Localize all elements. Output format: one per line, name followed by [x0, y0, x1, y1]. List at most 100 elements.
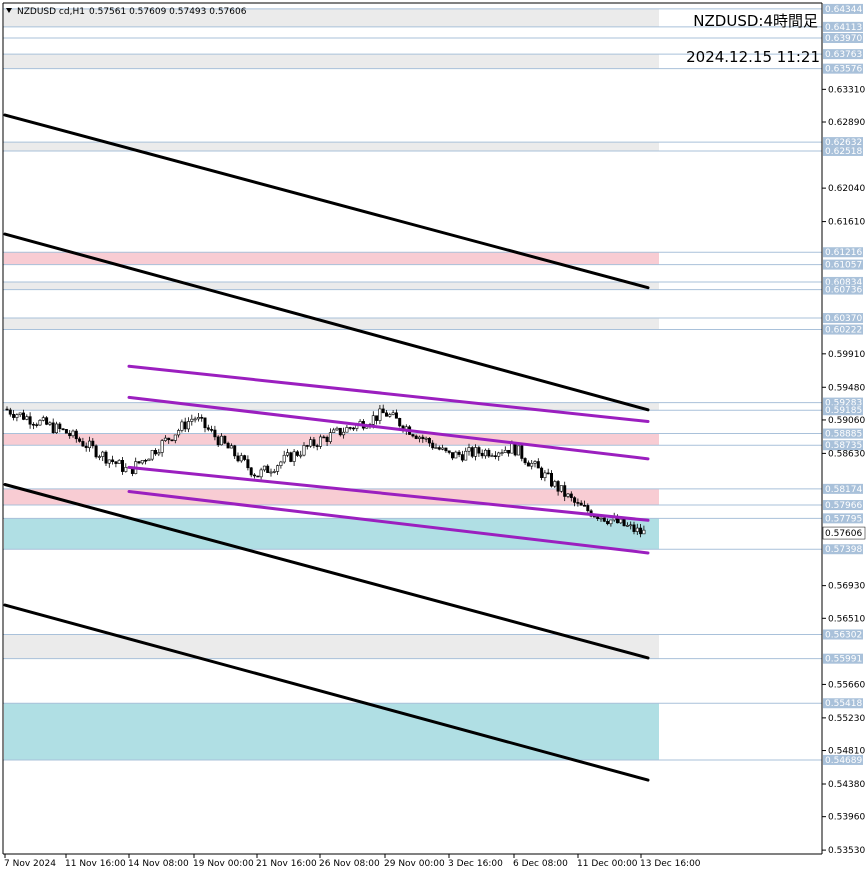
candle-body-126 — [421, 436, 425, 440]
candle-body-180 — [599, 517, 603, 520]
candle-body-77 — [259, 469, 263, 478]
candle-body-31 — [107, 459, 111, 464]
candle-body-58 — [196, 417, 200, 420]
level-label-22: 0.55991 — [825, 655, 862, 665]
candle-body-139 — [464, 450, 468, 461]
candle-body-19 — [68, 432, 72, 437]
candle-body-48 — [163, 437, 167, 441]
candle-body-76 — [256, 475, 260, 478]
candle-body-114 — [381, 408, 385, 414]
candle-body-155 — [516, 445, 520, 456]
candle-body-73 — [246, 459, 250, 469]
level-label-8: 0.61057 — [825, 261, 862, 271]
candle-body-43 — [147, 458, 151, 462]
candle-body-87 — [292, 451, 296, 462]
candle-body-35 — [121, 460, 125, 472]
level-label-23: 0.55418 — [825, 699, 862, 709]
candle-body-181 — [602, 517, 606, 522]
candle-body-69 — [233, 445, 237, 457]
y-tick-label-0: 0.63310 — [828, 85, 865, 95]
candle-body-156 — [520, 445, 524, 459]
candle-body-189 — [629, 524, 633, 527]
candle-body-47 — [160, 440, 164, 453]
candle-body-62 — [210, 429, 214, 431]
candle-body-90 — [302, 445, 306, 456]
candle-body-61 — [206, 427, 210, 430]
x-tick-label-7: 3 Dec 16:00 — [448, 859, 503, 869]
candle-body-192 — [639, 527, 643, 535]
candle-body-51 — [173, 434, 177, 441]
candle-body-9 — [35, 424, 39, 426]
candle-body-143 — [477, 447, 481, 454]
candle-body-83 — [279, 461, 283, 466]
level-label-14: 0.59185 — [825, 406, 862, 416]
candle-body-60 — [203, 417, 207, 429]
candle-body-167 — [556, 481, 560, 492]
candle-body-74 — [249, 467, 253, 476]
candle-body-11 — [41, 417, 45, 421]
x-tick-label-5: 26 Nov 08:00 — [319, 859, 380, 869]
candle-body-29 — [101, 451, 105, 457]
candle-body-117 — [391, 412, 395, 415]
level-label-3: 0.63763 — [825, 50, 862, 60]
level-label-12: 0.60222 — [825, 326, 862, 336]
candle-body-170 — [566, 493, 570, 497]
candle-body-129 — [431, 442, 435, 449]
y-tick-label-14: 0.53960 — [828, 813, 865, 823]
candle-body-145 — [483, 449, 487, 457]
candle-body-161 — [536, 461, 540, 469]
candle-body-63 — [213, 429, 217, 438]
candle-body-44 — [150, 450, 154, 460]
candle-body-66 — [223, 435, 227, 444]
candle-body-18 — [64, 429, 68, 434]
candle-body-112 — [375, 415, 379, 421]
candle-body-70 — [236, 455, 240, 462]
candle-body-84 — [282, 454, 286, 463]
candle-body-96 — [322, 436, 326, 439]
candle-body-176 — [586, 505, 590, 512]
candle-body-188 — [625, 525, 629, 527]
candle-body-91 — [305, 445, 309, 447]
zone-3 — [4, 142, 659, 151]
level-label-20: 0.57398 — [825, 545, 862, 555]
zone-10 — [4, 518, 659, 550]
candle-body-175 — [582, 505, 586, 507]
candle-body-163 — [543, 472, 547, 479]
level-label-24: 0.54689 — [825, 756, 862, 766]
zone-12 — [4, 703, 659, 760]
y-tick-label-2: 0.62040 — [828, 184, 865, 194]
candle-body-21 — [74, 430, 78, 440]
candle-body-146 — [487, 449, 491, 457]
y-tick-label-15: 0.53530 — [828, 846, 865, 856]
x-tick-label-1: 11 Nov 16:00 — [65, 859, 126, 869]
candle-body-144 — [480, 452, 484, 457]
candle-body-135 — [450, 452, 454, 459]
candle-body-79 — [266, 465, 270, 473]
candle-body-182 — [606, 521, 610, 525]
candle-body-132 — [441, 447, 445, 450]
candle-body-102 — [342, 431, 346, 436]
candle-body-72 — [243, 455, 247, 460]
candle-body-97 — [325, 436, 329, 442]
candle-body-111 — [371, 415, 375, 425]
candle-body-71 — [239, 455, 243, 462]
candle-body-101 — [338, 427, 342, 436]
candle-body-103 — [345, 427, 349, 433]
level-label-10: 0.60736 — [825, 286, 862, 296]
candle-body-36 — [124, 467, 128, 472]
candle-body-95 — [318, 436, 322, 447]
nzdusd-chart[interactable]: 0.643440.641130.639700.637630.635760.626… — [0, 0, 866, 874]
candle-body-98 — [328, 432, 332, 442]
candle-body-152 — [507, 449, 511, 454]
candle-body-0 — [5, 408, 9, 411]
candle-body-92 — [309, 439, 313, 447]
candle-body-133 — [444, 447, 448, 452]
y-tick-label-8: 0.56930 — [828, 582, 865, 592]
candle-body-131 — [437, 447, 441, 450]
candle-body-138 — [460, 454, 464, 461]
candle-body-57 — [193, 418, 197, 421]
candle-body-162 — [540, 467, 544, 479]
x-tick-label-0: 7 Nov 2024 — [4, 859, 56, 869]
y-tick-label-5: 0.59480 — [828, 383, 865, 393]
candle-body-8 — [31, 423, 35, 426]
